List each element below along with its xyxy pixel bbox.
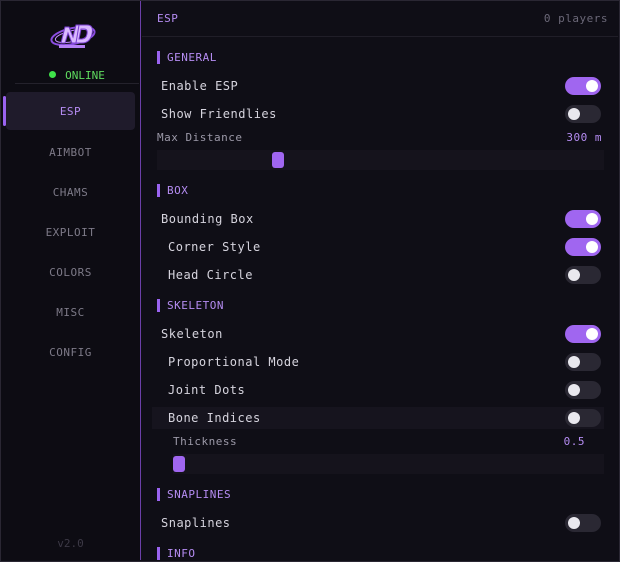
skeleton-row[interactable]: Skeleton [152,323,604,345]
sidebar-item-chams[interactable]: CHAMS [1,172,140,212]
toggle-knob [568,269,580,281]
section-title: INFO [167,546,196,560]
section-marker [157,50,160,64]
enable-esp-row[interactable]: Enable ESP [152,75,604,97]
show-friendlies-toggle[interactable] [565,105,601,123]
bone-indices-label: Bone Indices [168,411,261,425]
toggle-knob [568,517,580,529]
section-title: SNAPLINES [167,487,232,501]
head-circle-toggle[interactable] [565,266,601,284]
section-marker [157,298,160,312]
section-title: SKELETON [167,298,224,312]
bone-indices-toggle[interactable] [565,409,601,427]
show-friendlies-label: Show Friendlies [161,107,277,121]
section-title: BOX [167,183,189,197]
snaplines-row[interactable]: Snaplines [152,512,604,534]
sidebar-item-misc[interactable]: MISC [1,292,140,332]
toggle-knob [568,412,580,424]
online-dot-icon [49,70,57,78]
thickness-slider-thumb[interactable] [173,456,185,472]
status-label: ONLINE [65,68,105,82]
page-title: ESP [157,12,179,25]
sidebar-item-exploit[interactable]: EXPLOIT [1,212,140,252]
section-general: GENERAL [157,50,217,64]
thickness-label: Thickness [173,435,238,448]
max-distance-slider[interactable] [157,150,604,170]
enable-esp-toggle[interactable] [565,77,601,95]
version-label: v2.0 [57,537,84,550]
section-snaplines: SNAPLINES [157,487,231,501]
max-distance-value: 300 m [566,131,602,144]
enable-esp-label: Enable ESP [161,79,239,93]
head-circle-row[interactable]: Head Circle [152,264,604,286]
section-title: GENERAL [167,50,217,64]
corner-style-row[interactable]: Corner Style [152,236,604,258]
show-friendlies-row[interactable]: Show Friendlies [152,103,604,125]
esp-settings-panel: GENERAL Enable ESP Show Friendlies Max D… [142,37,618,560]
toggle-knob [568,108,580,120]
joint-dots-label: Joint Dots [168,383,246,397]
proportional-mode-toggle[interactable] [565,353,601,371]
section-box: BOX [157,183,188,197]
toggle-knob [586,213,598,225]
joint-dots-toggle[interactable] [565,381,601,399]
snaplines-label: Snaplines [161,516,231,530]
sidebar-nav: ESP AIMBOT CHAMS EXPLOIT COLORS MISC CON… [1,92,140,372]
sidebar-item-esp[interactable]: ESP [3,92,135,130]
sidebar-item-config[interactable]: CONFIG [1,332,140,372]
thickness-value: 0.5 [563,435,585,448]
skeleton-toggle[interactable] [565,325,601,343]
page-header: ESP 0 players [142,1,618,37]
player-count: 0 players [543,12,608,25]
max-distance-slider-thumb[interactable] [271,152,284,168]
section-marker [157,183,160,197]
sidebar-item-aimbot[interactable]: AIMBOT [1,132,140,172]
section-skeleton: SKELETON [157,298,224,312]
toggle-knob [586,328,598,340]
corner-style-toggle[interactable] [565,238,601,256]
bounding-box-label: Bounding Box [161,212,254,226]
max-distance-label: Max Distance [157,131,243,144]
snaplines-toggle[interactable] [565,514,601,532]
toggle-knob [568,384,580,396]
toggle-knob [568,356,580,368]
section-marker [157,546,160,560]
toggle-knob [586,241,598,253]
connection-status: ONLINE [15,67,139,84]
section-marker [157,487,160,501]
section-info: INFO [157,546,196,560]
joint-dots-row[interactable]: Joint Dots [152,379,604,401]
bone-indices-row[interactable]: Bone Indices [152,407,604,429]
brand-logo [49,19,97,51]
proportional-mode-label: Proportional Mode [168,355,300,369]
thickness-slider[interactable] [173,454,604,474]
sidebar-item-colors[interactable]: COLORS [1,252,140,292]
corner-style-label: Corner Style [168,240,261,254]
proportional-mode-row[interactable]: Proportional Mode [152,351,604,373]
skeleton-label: Skeleton [161,327,223,341]
head-circle-label: Head Circle [168,268,253,282]
bounding-box-row[interactable]: Bounding Box [152,208,604,230]
bounding-box-toggle[interactable] [565,210,601,228]
sidebar: ONLINE ESP AIMBOT CHAMS EXPLOIT COLORS M… [1,1,141,560]
toggle-knob [586,80,598,92]
